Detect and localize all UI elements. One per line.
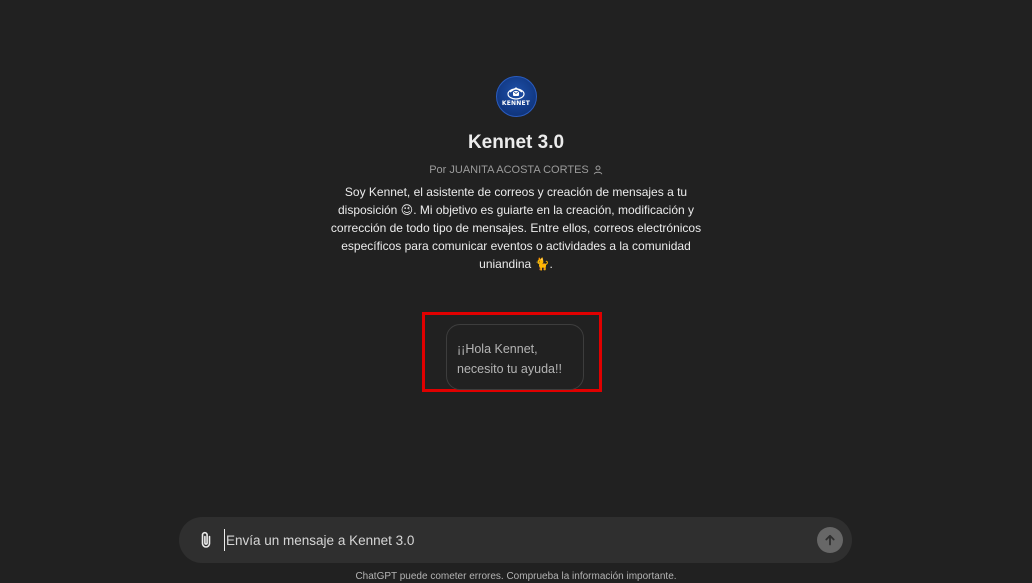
disclaimer-text: ChatGPT puede cometer errores. Comprueba…: [355, 571, 677, 582]
paperclip-icon: [201, 531, 211, 548]
gpt-avatar: KENNET: [495, 76, 537, 117]
chat-page: KENNET Kennet 3.0 Por JUANITA ACOSTA COR…: [0, 0, 1032, 583]
send-button[interactable]: [817, 527, 843, 553]
message-input[interactable]: [224, 529, 817, 551]
attach-button[interactable]: [197, 529, 215, 551]
message-composer: [179, 517, 852, 563]
gpt-byline: Por JUANITA ACOSTA CORTES: [429, 163, 603, 177]
kennet-logo-icon: [507, 87, 525, 100]
person-icon: [593, 165, 603, 175]
conversation-starter-button[interactable]: ¡¡Hola Kennet, necesito tu ayuda!!: [446, 324, 584, 390]
arrow-up-icon: [825, 534, 835, 546]
gpt-description: Soy Kennet, el asistente de correos y cr…: [330, 185, 702, 271]
gpt-name: Kennet 3.0: [467, 132, 565, 153]
avatar-logo-text: KENNET: [501, 100, 531, 107]
byline-text: Por JUANITA ACOSTA CORTES: [429, 164, 589, 176]
gpt-intro: KENNET Kennet 3.0 Por JUANITA ACOSTA COR…: [0, 76, 1032, 273]
